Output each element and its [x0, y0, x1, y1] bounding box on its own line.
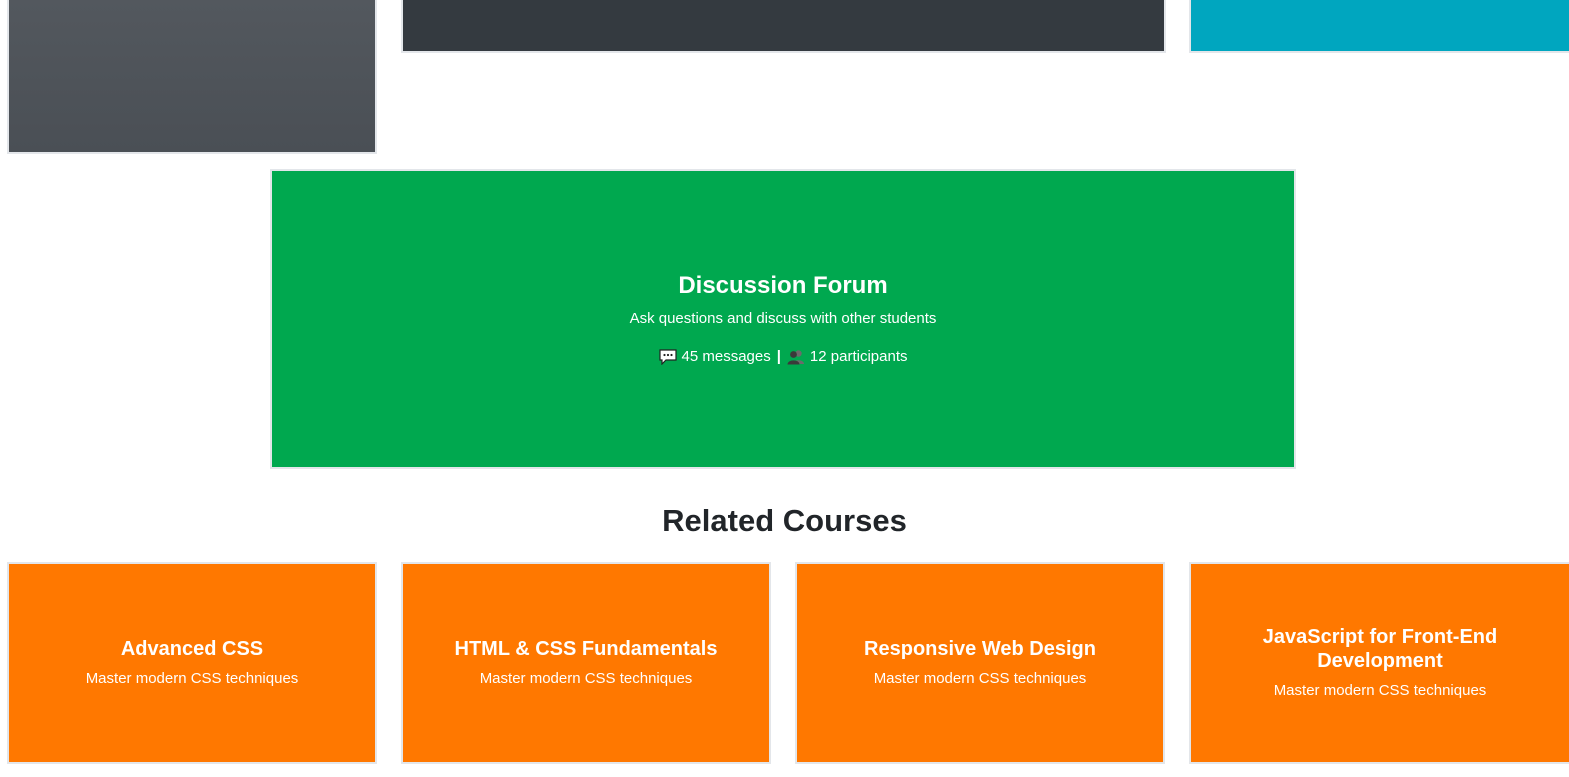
course-card[interactable]: JavaScript for Front-End Development Mas…	[1189, 562, 1569, 764]
people-icon	[787, 349, 805, 365]
messages-count: 45 messages	[681, 348, 771, 365]
stats-separator: |	[776, 348, 781, 365]
course-description: Master modern CSS techniques	[479, 670, 693, 687]
forum-stats: 45 messages | 12 participants	[658, 347, 908, 367]
course-title: JavaScript for Front-End Development	[1262, 626, 1498, 672]
course-card[interactable]: Advanced CSS Master modern CSS technique…	[7, 562, 377, 764]
participants-count: 12 participants	[809, 348, 908, 365]
discussion-forum-card[interactable]: Discussion Forum Ask questions and discu…	[270, 169, 1296, 469]
gray-card-tile[interactable]	[7, 0, 377, 154]
course-description: Master modern CSS techniques	[1273, 682, 1487, 699]
course-description: Master modern CSS techniques	[85, 670, 299, 687]
forum-description: Ask questions and discuss with other stu…	[629, 310, 937, 327]
course-title: Responsive Web Design	[864, 638, 1096, 660]
related-courses-heading: Related Courses	[662, 503, 907, 538]
page: Discussion Forum Ask questions and discu…	[0, 0, 1569, 777]
teal-card-tile[interactable]	[1189, 0, 1569, 53]
course-card[interactable]: HTML & CSS Fundamentals Master modern CS…	[401, 562, 771, 764]
course-title: HTML & CSS Fundamentals	[454, 638, 718, 660]
speech-bubble-icon	[658, 349, 677, 366]
course-title: Advanced CSS	[120, 638, 264, 660]
forum-title: Discussion Forum	[678, 272, 888, 299]
course-card[interactable]: Responsive Web Design Master modern CSS …	[795, 562, 1165, 764]
dark-card-tile[interactable]	[401, 0, 1166, 53]
course-description: Master modern CSS techniques	[873, 670, 1087, 687]
